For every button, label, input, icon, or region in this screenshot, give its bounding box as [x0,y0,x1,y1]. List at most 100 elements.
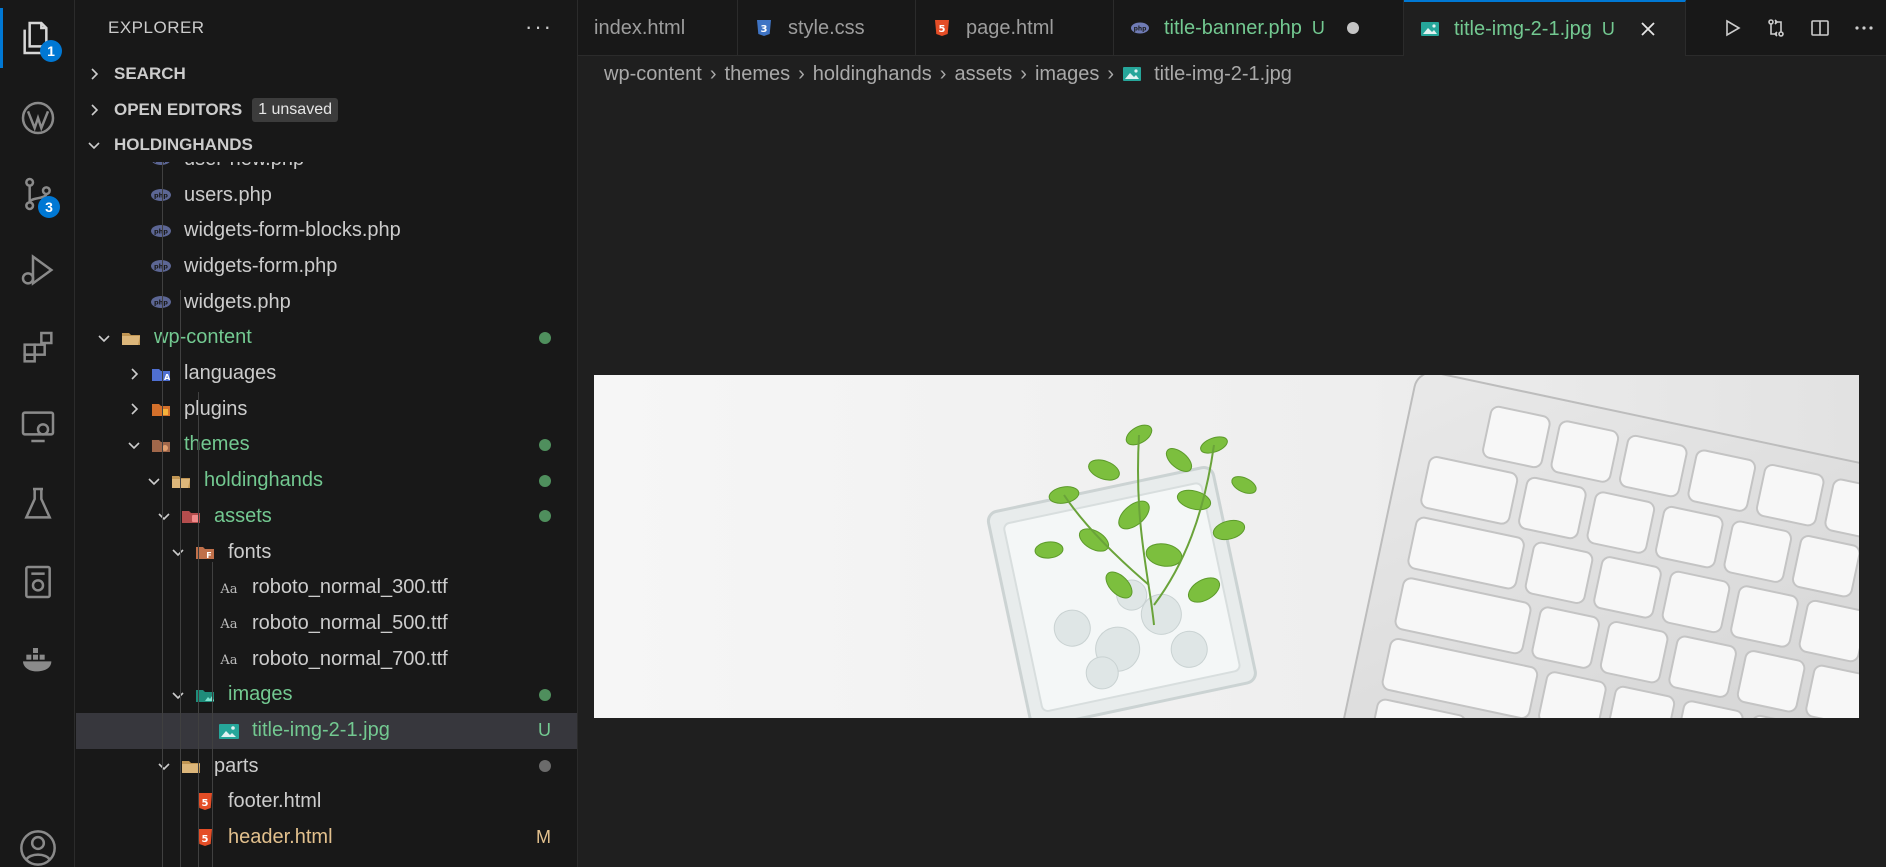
open-editors-section[interactable]: OPEN EDITORS 1 unsaved [76,92,577,128]
breadcrumb-item[interactable]: images [1035,63,1099,86]
remote-explorer-icon [21,411,54,443]
chevron-down-icon [88,142,100,150]
css-icon: 3 [754,18,774,38]
image-preview [594,375,1859,718]
image-preview-editor [578,92,1886,867]
chevron-down-icon [128,442,140,450]
tree-item-label: wp-content [154,326,252,349]
tree-file-widgets-form-blocks.php[interactable]: php widgets-form-blocks.php [76,213,577,249]
change-indicator-dot [539,510,551,523]
svg-text:Aa: Aa [219,582,237,597]
tree-item-label: languages [184,362,277,384]
chevron-right-icon: › [709,62,717,85]
breadcrumb-item[interactable]: wp-content [604,63,702,86]
change-indicator-dot [539,438,551,451]
image-file-icon [218,720,240,742]
unsaved-dot-icon[interactable] [1346,22,1359,34]
tree-folder-parts[interactable]: parts [76,748,577,784]
tree-item-label: widgets-form-blocks.php [184,219,401,242]
folder-plugin-icon [150,398,172,420]
docker-activity-button-2[interactable] [0,620,75,696]
tree-file-user-new.php[interactable]: php user-new.php [76,162,577,177]
source-control-activity-button[interactable]: 3 [0,156,75,232]
chevron-right-icon [131,403,139,415]
tree-file-title-img-2-1.jpg[interactable]: title-img-2-1.jpg U [76,712,577,749]
remote-explorer-activity-button[interactable] [0,388,75,464]
workspace-section[interactable]: HOLDINGHANDS [76,127,577,163]
tab-index-html[interactable]: index.html [578,0,738,56]
open-changes-button[interactable] [1754,0,1798,56]
run-debug-activity-button[interactable] [0,232,75,308]
tree-file-footer.html[interactable]: 5 footer.html [76,784,577,820]
run-debug-icon [21,254,53,286]
tree-folder-wp-content[interactable]: wp-content [76,320,577,356]
tree-item-label: footer.html [228,790,322,813]
search-section[interactable]: SEARCH [76,56,577,92]
tab-title-banner-php[interactable]: php title-banner.php U [1114,0,1404,56]
tree-folder-assets[interactable]: assets [76,498,577,534]
indent-guide [162,162,163,867]
container-icon [24,565,51,599]
git-status-badge: U [538,720,551,740]
breadcrumb-item[interactable]: assets [954,63,1012,86]
tree-folder-plugins[interactable]: plugins [76,391,577,427]
split-editor-button[interactable] [1798,0,1842,56]
more-actions-button[interactable] [1842,0,1886,56]
breadcrumb-item[interactable]: title-img-2-1.jpg [1154,63,1292,86]
editor-actions [1710,0,1886,56]
explorer-header: EXPLORER ··· [76,0,577,56]
tree-item-label: roboto_normal_500.ttf [252,611,448,634]
breadcrumb-item[interactable]: themes [725,63,791,86]
tree-file-roboto_normal_700.ttf[interactable]: Aa roboto_normal_700.ttf [76,641,577,677]
tree-folder-fonts[interactable]: Ffonts [76,534,577,570]
breadcrumb: wp-content › themes › holdinghands › assets… [578,56,1886,92]
account-activity-button[interactable] [0,810,75,867]
tree-file-header.html[interactable]: 5 header.html M [76,820,577,856]
untracked-status: U [1601,18,1615,39]
docker-activity-button[interactable] [0,544,75,620]
tree-item-label: holdinghands [204,469,323,492]
extensions-activity-button[interactable] [0,310,75,386]
tree-file-widgets.php[interactable]: php widgets.php [76,284,577,320]
tree-item-label: assets [214,504,272,527]
testing-icon [23,487,52,519]
close-icon[interactable] [1637,18,1659,40]
chevron-down-icon [172,692,184,699]
explorer-sidebar: EXPLORER ··· SEARCH OPEN EDITORS 1 unsav… [76,0,578,867]
tree-file-roboto_normal_300.ttf[interactable]: Aa roboto_normal_300.ttf [76,570,577,606]
tab-label: title-img-2-1.jpg [1454,17,1592,40]
svg-text:5: 5 [202,798,209,809]
folder-theme-icon [150,434,172,456]
workspace-label: HOLDINGHANDS [114,135,253,154]
chevron-right-icon: › [1020,62,1027,85]
svg-text:3: 3 [761,24,768,35]
tab-style-css[interactable]: 3 style.css [738,0,916,56]
run-button[interactable] [1710,0,1754,56]
svg-text:F: F [206,551,211,560]
svg-text:Aa: Aa [219,653,237,668]
svg-text:A: A [164,373,171,382]
tab-title-img-jpg[interactable]: title-img-2-1.jpg U [1404,0,1686,56]
tree-item-label: fonts [228,540,272,563]
tab-page-html[interactable]: 5 page.html [916,0,1114,56]
folder-i18n-icon: A [150,363,172,385]
wordpress-activity-button[interactable] [0,80,75,156]
tree-file-users.php[interactable]: php users.php [76,177,577,213]
untracked-status: U [1311,17,1325,38]
tree-folder-themes[interactable]: themes [76,427,577,463]
tree-file-widgets-form.php[interactable]: php widgets-form.php [76,248,577,284]
tree-folder-holdinghands[interactable]: holdinghands [76,463,577,499]
svg-text:Aa: Aa [219,617,237,632]
testing-activity-button[interactable] [0,466,75,542]
chevron-right-icon [131,367,139,380]
explorer-more-button[interactable]: ··· [525,14,553,40]
breadcrumb-item[interactable]: holdinghands [813,63,932,86]
chevron-right-icon [91,68,99,80]
tree-file-roboto_normal_500.ttf[interactable]: Aa roboto_normal_500.ttf [76,605,577,641]
tree-folder-languages[interactable]: Alanguages [76,356,577,392]
tree-item-label: images [228,683,293,706]
tree-item-label: plugins [184,397,248,420]
open-editors-label: OPEN EDITORS [114,100,243,119]
explorer-activity-button[interactable]: 1 [0,0,75,76]
tree-folder-images[interactable]: images [76,677,577,713]
